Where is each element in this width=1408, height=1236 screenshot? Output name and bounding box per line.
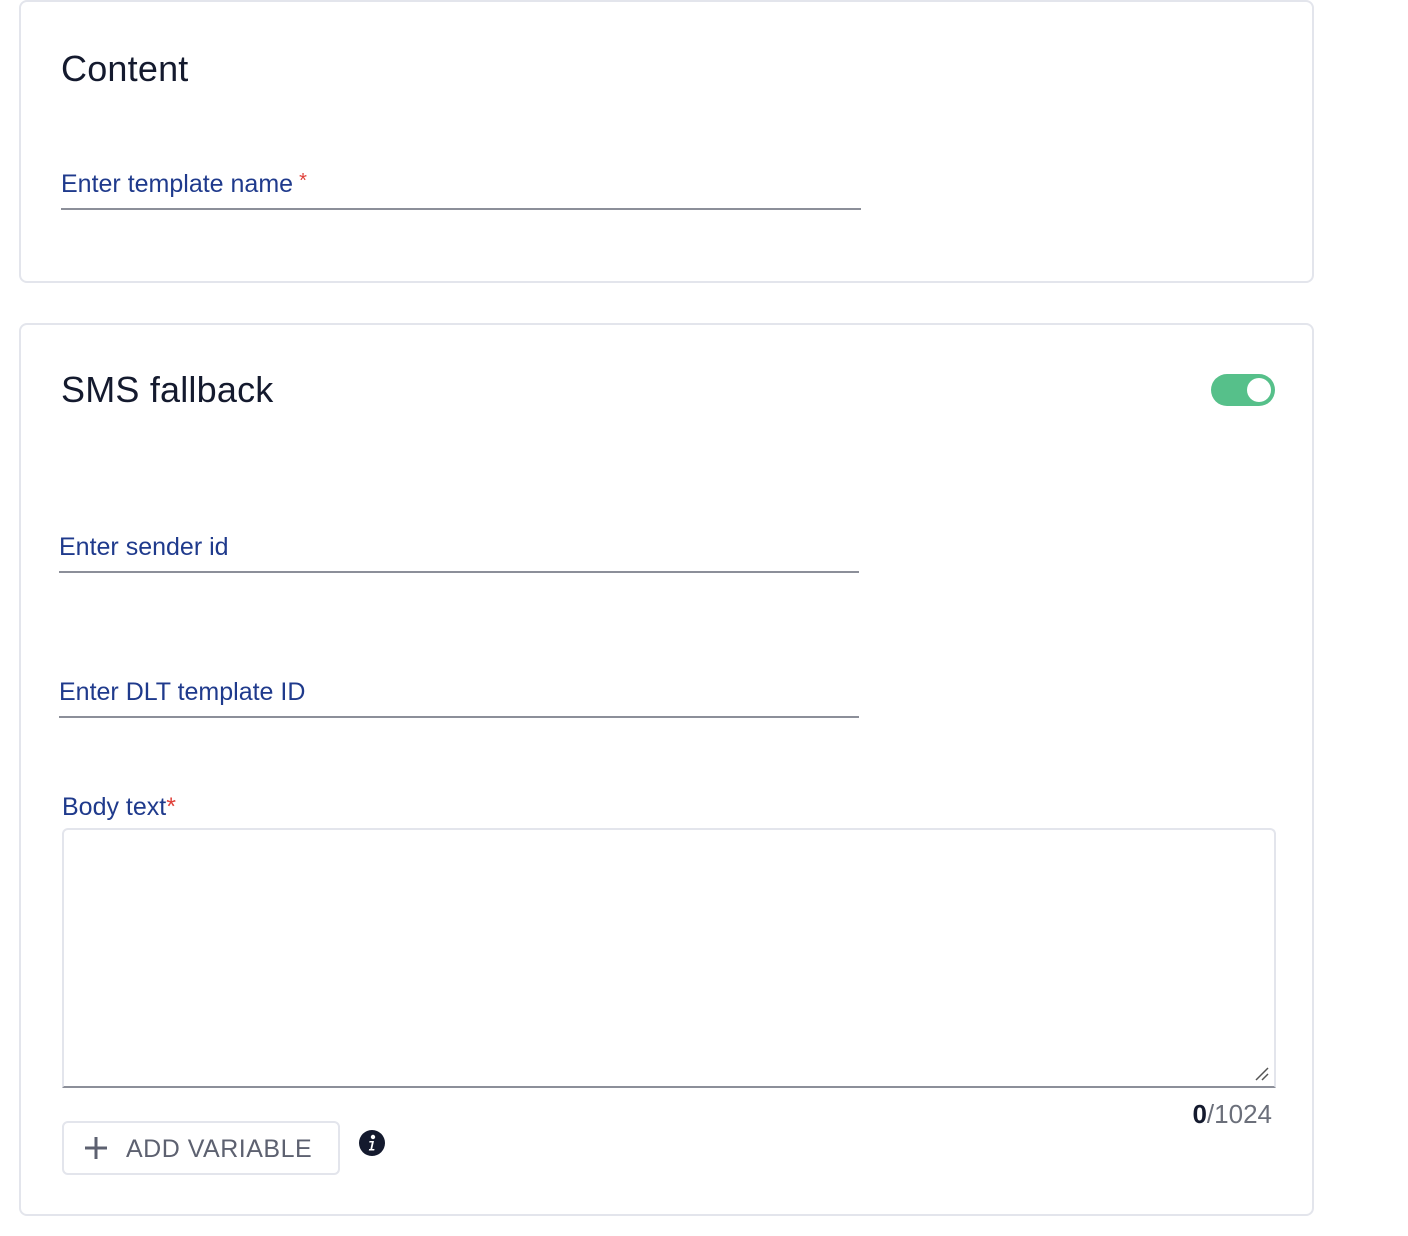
- content-title: Content: [61, 48, 189, 89]
- dlt-template-input[interactable]: [59, 666, 859, 716]
- sender-id-input[interactable]: [59, 521, 859, 571]
- add-variable-button[interactable]: ADD VARIABLE: [62, 1121, 340, 1175]
- template-name-field[interactable]: Enter template name *: [61, 158, 861, 210]
- template-name-input[interactable]: [61, 158, 861, 208]
- sms-fallback-card: SMS fallback Enter sender id Enter DLT t…: [19, 323, 1314, 1216]
- char-counter: 0/1024: [1192, 1099, 1272, 1129]
- sender-id-field[interactable]: Enter sender id: [59, 521, 859, 573]
- body-text-label: Body text*: [62, 793, 176, 821]
- content-card: Content Enter template name *: [19, 0, 1314, 283]
- toggle-knob: [1247, 378, 1271, 402]
- body-text-input[interactable]: [64, 830, 1274, 1086]
- add-variable-label: ADD VARIABLE: [126, 1135, 313, 1163]
- resize-grip-icon[interactable]: [1254, 1066, 1270, 1082]
- plus-icon: [85, 1137, 107, 1159]
- sms-fallback-toggle[interactable]: [1211, 374, 1275, 406]
- info-icon[interactable]: [358, 1129, 386, 1157]
- required-marker: *: [166, 793, 176, 821]
- dlt-template-field[interactable]: Enter DLT template ID: [59, 666, 859, 718]
- sms-fallback-title: SMS fallback: [61, 369, 274, 410]
- body-text-area[interactable]: [62, 828, 1276, 1088]
